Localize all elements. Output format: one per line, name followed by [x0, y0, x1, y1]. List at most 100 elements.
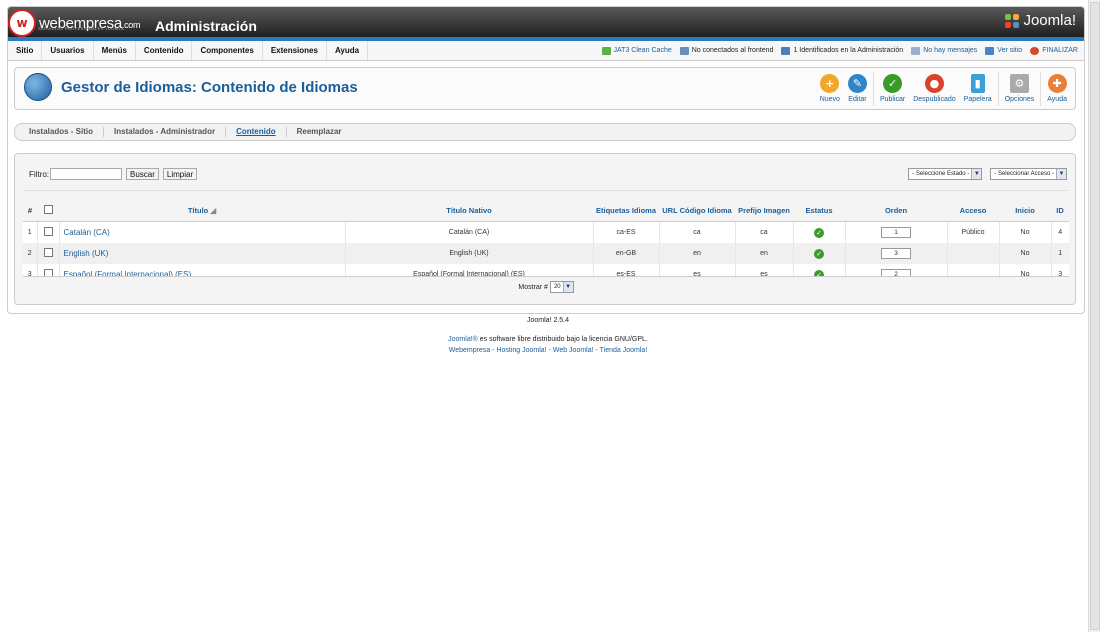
col-prefix[interactable]: Prefijo Imagen — [735, 199, 793, 222]
power-icon — [1030, 46, 1040, 55]
col-title[interactable]: Título ◢ — [59, 199, 345, 222]
row-tag: en-GB — [593, 243, 660, 264]
unpublish-button[interactable]: ● Despublicado — [909, 70, 959, 106]
content-panel: Filtro: Buscar Limpiar - Seleccione Esta… — [14, 153, 1076, 305]
tab-installed-admin[interactable]: Instalados - Administrador — [104, 127, 227, 137]
col-access[interactable]: Acceso — [947, 199, 999, 222]
row-native: Catalán (CA) — [345, 221, 594, 243]
access-select[interactable]: - Seleccionar Acceso - ▼ — [990, 168, 1067, 180]
tab-content[interactable]: Contenido — [226, 127, 287, 137]
menu-contenido[interactable]: Contenido — [136, 41, 193, 60]
published-check-icon[interactable]: ✓ — [814, 227, 824, 238]
help-button[interactable]: ✚ Ayuda — [1043, 70, 1071, 106]
order-input[interactable]: 3 — [881, 248, 911, 259]
footer-links[interactable]: Webempresa - Hosting Joomla! - Web Jooml… — [0, 347, 1096, 354]
menu-componentes[interactable]: Componentes — [192, 41, 263, 60]
users-icon — [781, 46, 791, 55]
chevron-down-icon: ▼ — [1056, 169, 1066, 179]
row-checkbox-cell[interactable] — [37, 243, 60, 264]
pencil-icon: ✎ — [847, 74, 867, 93]
vertical-scrollbar[interactable] — [1088, 0, 1100, 632]
row-title-link[interactable]: English (UK) — [59, 243, 346, 264]
menu-ayuda[interactable]: Ayuda — [327, 41, 369, 60]
logout-link[interactable]: FINALIZAR — [1030, 41, 1078, 60]
divider — [23, 190, 1068, 191]
admin-users-status: 1 Identificados en la Administración — [781, 41, 903, 60]
monitor-icon — [985, 46, 995, 55]
toolbar-separator — [1040, 72, 1042, 106]
row-access — [947, 243, 1000, 264]
col-select-all[interactable] — [37, 199, 59, 222]
select-all-checkbox[interactable] — [43, 204, 53, 214]
filter-label: Filtro: — [29, 169, 49, 179]
menu-extensiones[interactable]: Extensiones — [263, 41, 327, 60]
limit-select[interactable]: 20 ▼ — [549, 281, 574, 293]
webempresa-logo-icon: w — [8, 9, 36, 37]
webempresa-logo[interactable]: w webempresa.com — [8, 9, 141, 37]
pagination-label: Mostrar # — [518, 283, 548, 291]
row-id: 4 — [1051, 221, 1069, 243]
col-num: # — [23, 199, 37, 222]
row-checkbox[interactable] — [43, 248, 53, 257]
messages-link[interactable]: No hay mensajes — [911, 41, 977, 60]
col-id[interactable]: ID — [1051, 199, 1069, 222]
menu-usuarios[interactable]: Usuarios — [42, 41, 94, 60]
new-button[interactable]: + Nuevo — [816, 70, 844, 106]
menu-sitio[interactable]: Sitio — [8, 41, 43, 60]
help-label: Ayuda — [1047, 96, 1067, 103]
new-label: Nuevo — [819, 96, 840, 103]
filter-input[interactable] — [50, 168, 122, 180]
table-header-row: # Título ◢ Título Nativo Etiquetas Idiom… — [23, 199, 1069, 222]
page-header: Gestor de Idiomas: Contenido de Idiomas … — [14, 67, 1076, 110]
clean-cache-link[interactable]: JAT3 Clean Cache — [601, 41, 672, 60]
trash-label: Papelera — [963, 96, 992, 103]
row-title-link[interactable]: Catalán (CA) — [59, 221, 346, 243]
clear-button[interactable]: Limpiar — [162, 168, 198, 180]
plus-icon: + — [820, 74, 840, 93]
search-button[interactable]: Buscar — [126, 168, 159, 180]
col-order[interactable]: Orden — [845, 199, 947, 222]
published-check-icon[interactable]: ✓ — [814, 248, 824, 259]
col-home[interactable]: Inicio — [999, 199, 1051, 222]
row-status-cell[interactable]: ✓ — [793, 243, 846, 264]
row-checkbox[interactable] — [43, 227, 53, 236]
row-num: 1 — [23, 221, 38, 243]
access-select-value: - Seleccionar Acceso - — [994, 171, 1054, 177]
col-url[interactable]: URL Código Idioma — [659, 199, 735, 222]
check-icon: ✓ — [883, 74, 903, 93]
row-order-cell: 3 — [845, 243, 948, 264]
trash-button[interactable]: ▮ Papelera — [960, 70, 996, 106]
pagination-bar: Mostrar # 20 ▼ — [23, 276, 1069, 297]
frontend-status-label: No conectados al frontend — [691, 47, 774, 54]
tab-installed-site[interactable]: Instalados - Sitio — [15, 127, 105, 137]
joomla-link[interactable]: Joomla!® — [448, 336, 478, 343]
admin-users-label: 1 Identificados en la Administración — [793, 47, 904, 54]
options-button[interactable]: ⚙ Opciones — [1001, 70, 1039, 106]
license-text: Joomla!® es software libre distribuido b… — [0, 336, 1096, 343]
edit-button[interactable]: ✎ Editar — [844, 70, 871, 106]
unpublish-icon: ● — [924, 74, 944, 93]
options-label: Opciones — [1004, 96, 1035, 103]
top-header: w webempresa.com SERVICIOS PROFESIONALES… — [8, 7, 1084, 41]
chevron-down-icon: ▼ — [971, 169, 982, 179]
row-status-cell[interactable]: ✓ — [793, 221, 846, 243]
row-access: Público — [947, 221, 1000, 243]
order-input[interactable]: 1 — [881, 227, 911, 238]
menu-menus[interactable]: Menús — [94, 41, 136, 60]
col-native[interactable]: Título Nativo — [345, 199, 593, 222]
toolbar: + Nuevo ✎ Editar ✓ Publicar ● Despublicado ▮… — [816, 70, 1071, 106]
col-tag[interactable]: Etiquetas Idioma — [593, 199, 659, 222]
view-site-link[interactable]: Ver sitio — [985, 41, 1022, 60]
sort-icon: ◢ — [210, 205, 217, 215]
scrollbar-thumb[interactable] — [1090, 2, 1100, 630]
state-select[interactable]: - Seleccione Estado - ▼ — [908, 168, 983, 180]
row-checkbox-cell[interactable] — [37, 221, 60, 243]
tab-overrides[interactable]: Reemplazar — [287, 127, 352, 137]
publish-button[interactable]: ✓ Publicar — [876, 70, 909, 106]
frontend-status: No conectados al frontend — [679, 41, 774, 60]
languages-table: # Título ◢ Título Nativo Etiquetas Idiom… — [23, 199, 1069, 285]
license-label: es software libre distribuido bajo la li… — [477, 336, 648, 343]
col-status[interactable]: Estatus — [793, 199, 845, 222]
logo-suffix: .com — [121, 19, 141, 30]
clean-cache-label: JAT3 Clean Cache — [613, 47, 672, 54]
